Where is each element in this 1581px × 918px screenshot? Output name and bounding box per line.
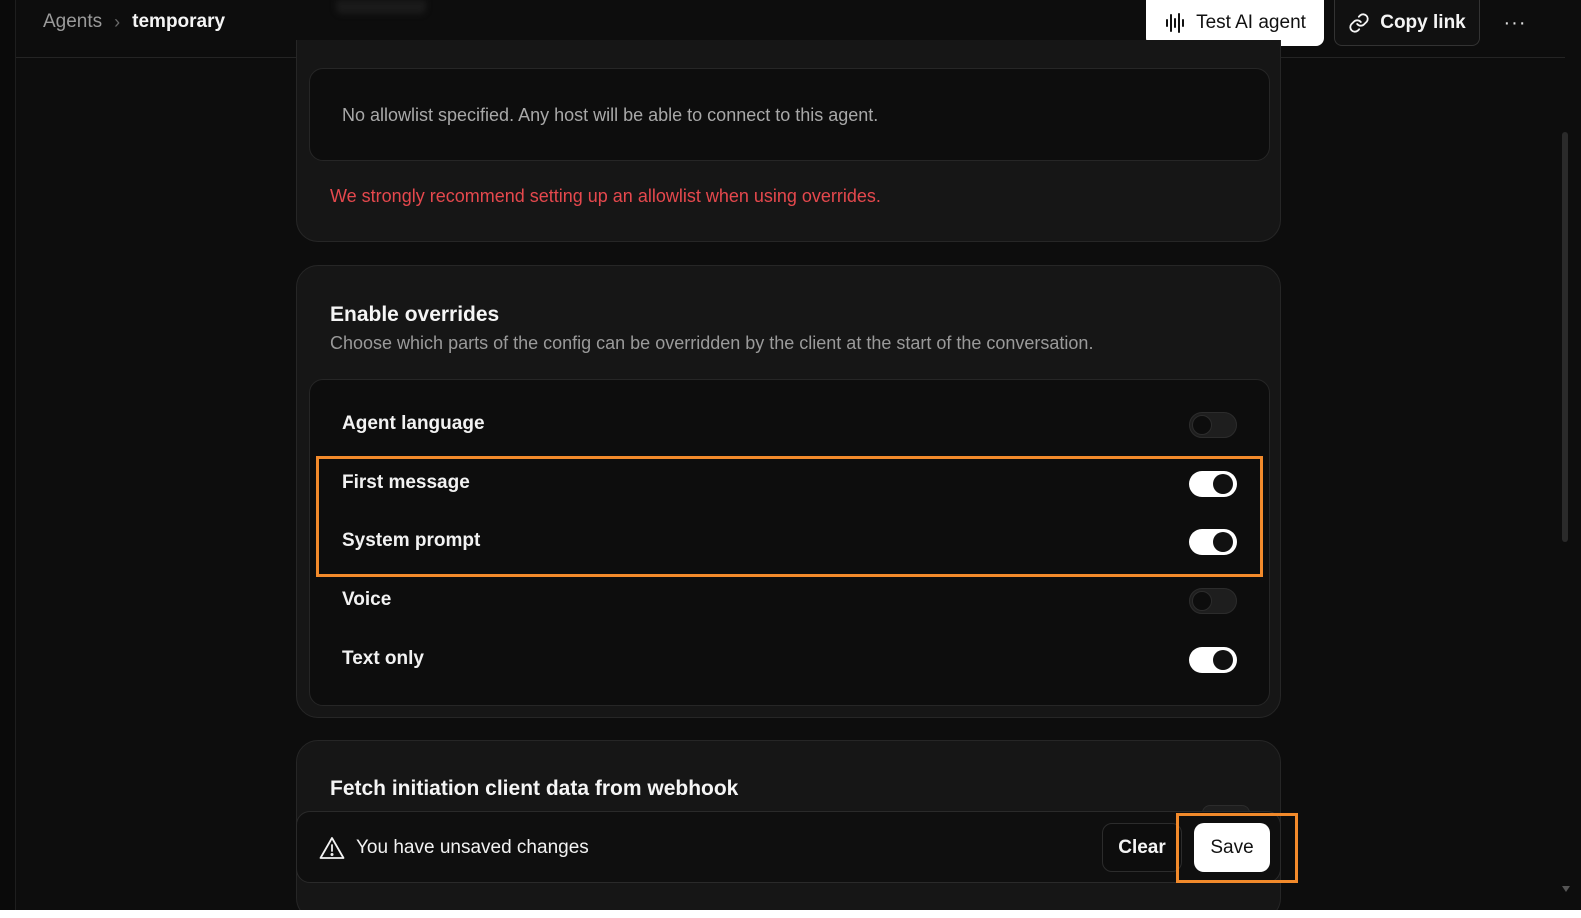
left-sidebar-edge bbox=[0, 0, 16, 910]
test-ai-agent-label: Test AI agent bbox=[1196, 12, 1306, 33]
overrides-toggle-list: Agent language First message System prom… bbox=[309, 379, 1270, 706]
toggle-text-only[interactable] bbox=[1189, 647, 1237, 673]
overrides-card: Enable overrides Choose which parts of t… bbox=[296, 265, 1281, 718]
override-label: System prompt bbox=[342, 530, 481, 551]
breadcrumb-current: temporary bbox=[132, 11, 226, 32]
unsaved-changes-message: You have unsaved changes bbox=[356, 837, 589, 858]
chevron-right-icon: › bbox=[114, 11, 121, 32]
override-row-text-only: Text only bbox=[310, 631, 1271, 689]
override-label: First message bbox=[342, 472, 470, 493]
copy-link-button[interactable]: Copy link bbox=[1334, 0, 1480, 46]
breadcrumb: Agents › temporary bbox=[43, 11, 225, 33]
overrides-title: Enable overrides bbox=[330, 303, 500, 326]
webhook-title: Fetch initiation client data from webhoo… bbox=[330, 777, 739, 800]
override-row-agent-language: Agent language bbox=[310, 396, 1271, 454]
override-row-voice: Voice bbox=[310, 572, 1271, 630]
override-label: Agent language bbox=[342, 413, 485, 434]
toggle-agent-language[interactable] bbox=[1189, 412, 1237, 438]
toggle-knob bbox=[1213, 650, 1233, 670]
warning-triangle-icon bbox=[319, 837, 345, 859]
copy-link-label: Copy link bbox=[1380, 11, 1466, 33]
scrollbar-thumb[interactable] bbox=[1562, 132, 1568, 542]
allowlist-card: No allowlist specified. Any host will be… bbox=[296, 40, 1281, 242]
toggle-knob bbox=[1192, 415, 1212, 435]
save-button[interactable]: Save bbox=[1194, 823, 1270, 872]
override-label: Text only bbox=[342, 648, 424, 669]
allowlist-box: No allowlist specified. Any host will be… bbox=[309, 68, 1270, 161]
link-icon bbox=[1349, 12, 1369, 33]
app-window: Agents › temporary Test AI agent Copy li… bbox=[0, 0, 1581, 910]
breadcrumb-agents-link[interactable]: Agents bbox=[43, 11, 102, 33]
allowlist-warning: We strongly recommend setting up an allo… bbox=[330, 186, 881, 206]
toggle-voice[interactable] bbox=[1189, 588, 1237, 614]
toggle-knob bbox=[1192, 591, 1212, 611]
header-blurred-element bbox=[336, 0, 426, 14]
override-row-system-prompt: System prompt bbox=[310, 513, 1271, 571]
clear-button[interactable]: Clear bbox=[1102, 823, 1182, 872]
allowlist-empty-message: No allowlist specified. Any host will be… bbox=[342, 105, 879, 125]
unsaved-changes-bar: You have unsaved changes Clear Save bbox=[296, 811, 1281, 883]
scroll-down-arrow-icon[interactable] bbox=[1562, 886, 1570, 892]
toggle-knob bbox=[1213, 532, 1233, 552]
toggle-system-prompt[interactable] bbox=[1189, 529, 1237, 555]
overrides-description: Choose which parts of the config can be … bbox=[330, 333, 1094, 353]
override-label: Voice bbox=[342, 589, 392, 610]
toggle-knob bbox=[1213, 474, 1233, 494]
waveform-icon bbox=[1166, 13, 1185, 33]
more-options-icon[interactable]: ··· bbox=[1500, 8, 1530, 38]
toggle-first-message[interactable] bbox=[1189, 471, 1237, 497]
override-row-first-message: First message bbox=[310, 455, 1271, 513]
